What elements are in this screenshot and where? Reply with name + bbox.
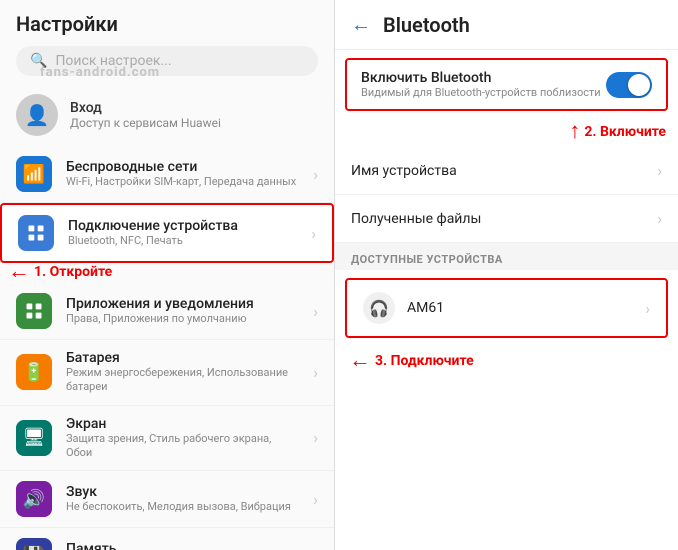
- toggle-knob: [628, 74, 650, 96]
- sidebar-item-battery[interactable]: 🔋 Батарея Режим энергосбережения, Исполь…: [0, 340, 334, 406]
- settings-title: Настройки: [16, 12, 318, 36]
- device-connect-icon: [18, 215, 54, 251]
- settings-list: 📶 Беспроводные сети Wi-Fi, Настройки SIM…: [0, 146, 334, 550]
- device-connect-sub: Bluetooth, NFC, Печать: [68, 234, 297, 248]
- sidebar-item-wireless[interactable]: 📶 Беспроводные сети Wi-Fi, Настройки SIM…: [0, 146, 334, 203]
- display-title: Экран: [66, 416, 299, 432]
- avatar: 👤: [16, 94, 58, 136]
- storage-icon: 💾: [16, 538, 52, 550]
- sidebar-item-display[interactable]: 🖥 Экран Защита зрения, Стиль рабочего эк…: [0, 406, 334, 472]
- chevron-right-icon: ›: [311, 224, 316, 243]
- bluetooth-enable-label: Включить Bluetooth: [361, 70, 601, 86]
- chevron-right-icon: ›: [645, 299, 650, 318]
- battery-sub: Режим энергосбережения, Использование ба…: [66, 366, 299, 395]
- bluetooth-toggle-section: Включить Bluetooth Видимый для Bluetooth…: [345, 58, 668, 111]
- chevron-right-icon: ›: [657, 209, 662, 228]
- user-name: Вход: [70, 100, 221, 116]
- annotation-enable-text: 2. Включите: [584, 124, 666, 140]
- sidebar-item-storage[interactable]: 💾 Память Память, Очистка памяти ›: [0, 528, 334, 550]
- back-button[interactable]: ←: [351, 12, 371, 37]
- annotation-open: ← 1. Откройте: [8, 261, 112, 283]
- bluetooth-visibility-label: Видимый для Bluetooth-устройств поблизос…: [361, 86, 601, 99]
- chevron-right-icon: ›: [313, 428, 318, 447]
- chevron-right-icon: ›: [313, 302, 318, 321]
- device-am61-name: AM61: [407, 300, 645, 316]
- device-name-item[interactable]: Имя устройства ›: [335, 147, 678, 195]
- left-header: Настройки 🔍 Поиск настроек...: [0, 0, 334, 84]
- bluetooth-header: ← Bluetooth: [335, 0, 678, 50]
- device-am61[interactable]: 🎧 AM61 ›: [345, 278, 668, 338]
- display-icon: 🖥: [16, 420, 52, 456]
- apps-icon: [16, 293, 52, 329]
- apps-title: Приложения и уведомления: [66, 296, 299, 312]
- bluetooth-title: Bluetooth: [383, 13, 470, 37]
- device-connect-text: Подключение устройства Bluetooth, NFC, П…: [68, 218, 297, 248]
- wireless-text: Беспроводные сети Wi-Fi, Настройки SIM-к…: [66, 159, 299, 189]
- sound-icon: 🔊: [16, 481, 52, 517]
- annotation-connect: ← 3. Подключите: [349, 350, 474, 372]
- search-bar[interactable]: 🔍 Поиск настроек...: [16, 46, 318, 76]
- sound-sub: Не беспокоить, Мелодия вызова, Вибрация: [66, 500, 299, 514]
- wireless-title: Беспроводные сети: [66, 159, 299, 175]
- bluetooth-label-group: Включить Bluetooth Видимый для Bluetooth…: [361, 70, 601, 99]
- apps-sub: Права, Приложения по умолчанию: [66, 312, 299, 326]
- headphones-icon: 🎧: [363, 292, 395, 324]
- bluetooth-toggle[interactable]: [606, 72, 652, 98]
- display-text: Экран Защита зрения, Стиль рабочего экра…: [66, 416, 299, 461]
- received-files-label: Полученные файлы: [351, 211, 657, 227]
- annotation-open-text: 1. Откройте: [34, 264, 112, 280]
- battery-text: Батарея Режим энергосбережения, Использо…: [66, 350, 299, 395]
- device-connect-title: Подключение устройства: [68, 218, 297, 234]
- sidebar-item-device-connect[interactable]: Подключение устройства Bluetooth, NFC, П…: [0, 203, 334, 263]
- chevron-right-icon: ›: [657, 161, 662, 180]
- chevron-right-icon: ›: [313, 165, 318, 184]
- user-row[interactable]: 👤 Вход Доступ к сервисам Huawei: [0, 84, 334, 146]
- device-name-label: Имя устройства: [351, 163, 657, 179]
- battery-icon: 🔋: [16, 354, 52, 390]
- storage-title: Память: [66, 541, 299, 550]
- chevron-right-icon: ›: [313, 363, 318, 382]
- search-icon: 🔍: [30, 53, 47, 69]
- chevron-right-icon: ›: [313, 490, 318, 509]
- wireless-icon: 📶: [16, 156, 52, 192]
- settings-panel: Настройки 🔍 Поиск настроек... 👤 Вход Дос…: [0, 0, 335, 550]
- user-info: Вход Доступ к сервисам Huawei: [70, 100, 221, 130]
- sidebar-item-apps[interactable]: Приложения и уведомления Права, Приложен…: [0, 283, 334, 340]
- display-sub: Защита зрения, Стиль рабочего экрана, Об…: [66, 432, 299, 461]
- sound-title: Звук: [66, 484, 299, 500]
- search-placeholder: Поиск настроек...: [55, 53, 171, 69]
- battery-title: Батарея: [66, 350, 299, 366]
- received-files-item[interactable]: Полученные файлы ›: [335, 195, 678, 243]
- apps-text: Приложения и уведомления Права, Приложен…: [66, 296, 299, 326]
- storage-text: Память Память, Очистка памяти: [66, 541, 299, 550]
- annotation-enable: ↑ 2. Включите: [569, 121, 666, 143]
- available-devices-header: ДОСТУПНЫЕ УСТРОЙСТВА: [335, 243, 678, 270]
- user-sub: Доступ к сервисам Huawei: [70, 116, 221, 130]
- sidebar-item-sound[interactable]: 🔊 Звук Не беспокоить, Мелодия вызова, Ви…: [0, 471, 334, 528]
- annotation-connect-text: 3. Подключите: [375, 353, 474, 369]
- wireless-sub: Wi-Fi, Настройки SIM-карт, Передача данн…: [66, 175, 299, 189]
- bluetooth-panel: ← Bluetooth Включить Bluetooth Видимый д…: [335, 0, 678, 550]
- sound-text: Звук Не беспокоить, Мелодия вызова, Вибр…: [66, 484, 299, 514]
